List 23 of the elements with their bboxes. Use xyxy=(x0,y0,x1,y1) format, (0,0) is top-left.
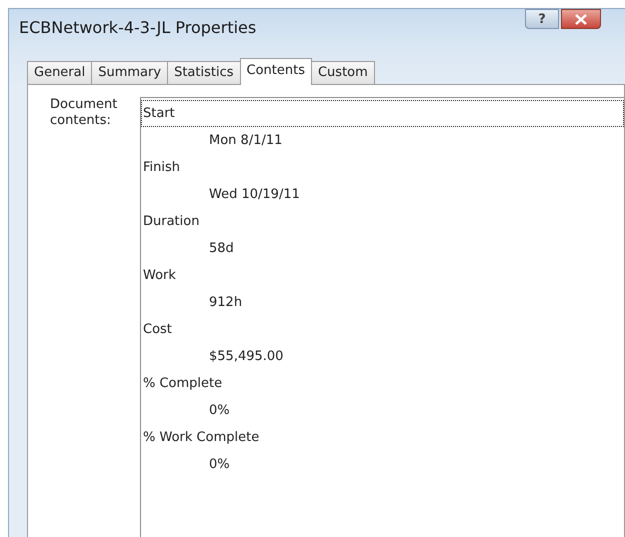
property-value: 0% xyxy=(208,456,231,474)
property-value: Mon 8/1/11 xyxy=(208,132,284,150)
help-button[interactable]: ? xyxy=(525,9,559,29)
field-label: Document contents: xyxy=(50,97,118,130)
property-name[interactable]: % Work Complete xyxy=(141,424,624,451)
property-name[interactable]: % Complete xyxy=(141,370,624,397)
tab[interactable]: Contents xyxy=(240,58,312,85)
property-name[interactable]: Start xyxy=(141,100,624,127)
property-value: Wed 10/19/11 xyxy=(208,186,301,204)
property-value: 912h xyxy=(208,294,244,312)
tab[interactable]: General xyxy=(27,61,92,84)
property-value: 58d xyxy=(208,240,235,258)
window-title: ECBNetwork-4-3-JL Properties xyxy=(19,18,258,36)
tab[interactable]: Statistics xyxy=(167,61,240,84)
property-name[interactable]: Work xyxy=(141,262,624,289)
property-name[interactable]: Finish xyxy=(141,154,624,181)
property-name[interactable]: Duration xyxy=(141,208,624,235)
property-value: $55,495.00 xyxy=(208,348,284,366)
property-value: 0% xyxy=(208,402,231,420)
tab[interactable]: Custom xyxy=(310,61,375,84)
property-name[interactable]: Cost xyxy=(141,316,624,343)
tab[interactable]: Summary xyxy=(91,61,168,84)
contents-list[interactable]: Start Mon 8/1/11 Finish Wed 10/19/11 Duration 58d Work 912h Cost $55,495.00 % Complete 0% % Work Complete 0% xyxy=(140,97,624,537)
